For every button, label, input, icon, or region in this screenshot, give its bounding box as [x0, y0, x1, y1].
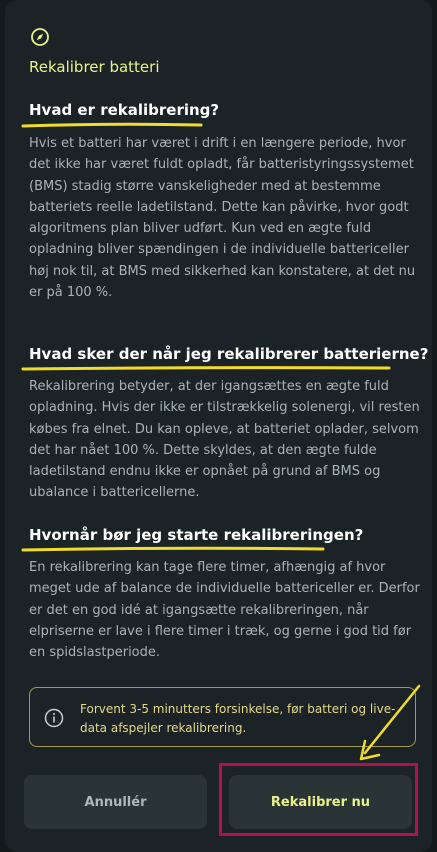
compass-icon: [31, 28, 49, 46]
info-icon: [44, 708, 64, 728]
annotation-underline: [21, 122, 203, 128]
modal-title: Rekalibrer batteri: [29, 58, 160, 76]
section-body-when: En rekalibrering kan tage flere timer, a…: [29, 560, 420, 661]
section-heading-when: Hvornår bør jeg starte rekalibreringen?: [21, 526, 363, 552]
annotation-underline: [21, 366, 391, 371]
annotation-underline: [21, 546, 325, 552]
cancel-button[interactable]: Annullér: [24, 775, 207, 829]
section-body-how: Rekalibrering betyder, at der igangsætte…: [29, 379, 420, 501]
section-heading-how: Hvad sker der når jeg rekalibrerer batte…: [21, 345, 428, 371]
annotation-highlight-box: [219, 763, 418, 836]
section-heading-what: Hvad er rekalibrering?: [21, 101, 219, 128]
section-body-what: Hvis et batteri har været i drift i en l…: [29, 136, 416, 301]
annotation-arrow: [359, 684, 421, 761]
